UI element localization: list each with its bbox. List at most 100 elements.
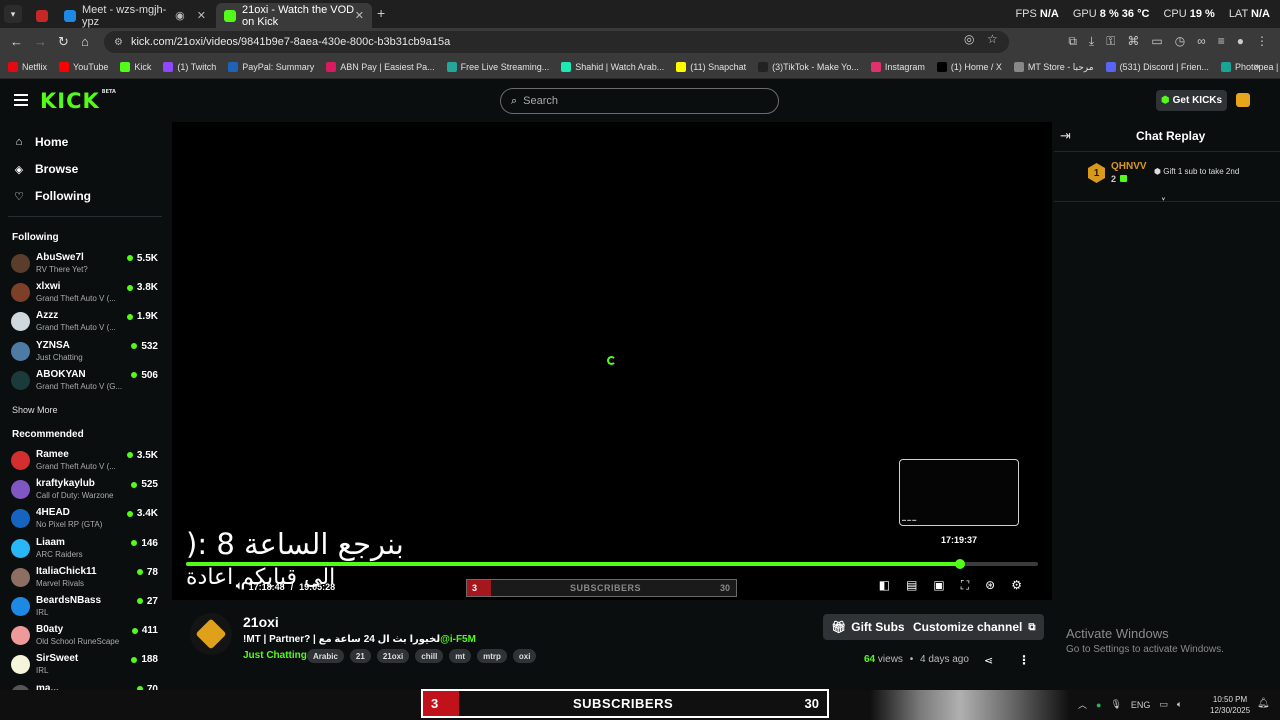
bookmark-item[interactable]: ABN Pay | Easiest Pa... [326, 62, 435, 72]
bookmark-item[interactable]: (1) Twitch [163, 62, 216, 72]
search-input[interactable]: ⌕ Search [500, 88, 779, 114]
sidebar-channel-xlxwi[interactable]: xlxwi Grand Theft Auto V (... 3.8K [11, 281, 161, 309]
sidebar-channel-b0aty[interactable]: B0aty Old School RuneScape 411 [11, 624, 161, 652]
site-info-icon[interactable]: ⚙ [114, 37, 123, 48]
bookmark-item[interactable]: MT Store - مرحبا [1013, 62, 1094, 73]
language-indicator[interactable]: ENG [1131, 700, 1151, 710]
mic-icon[interactable]: 🎙︎ [1110, 699, 1121, 710]
gift-subs-button[interactable]: 🎁︎ Gift Subs [823, 614, 913, 640]
volume-icon[interactable]: 🔈︎ [1177, 699, 1182, 710]
tab-kick[interactable]: 21oxi - Watch the VOD on Kick ✕ [216, 3, 372, 28]
sidebar-channel-yznsa[interactable]: YZNSA Just Chatting 532 [11, 340, 161, 368]
home-icon[interactable]: ⌂ [81, 34, 89, 49]
pip-icon[interactable]: ◧ [879, 578, 890, 593]
back-icon[interactable]: ← [10, 34, 23, 49]
bookmark-star-icon[interactable]: ☆ [987, 32, 998, 46]
kick-logo[interactable]: KICK BETA [40, 89, 116, 113]
channel-name[interactable]: 21oxi [243, 614, 279, 630]
customize-channel-button[interactable]: Customize channel ⧉ [905, 614, 1044, 640]
wallet-icon[interactable]: ▭ [1151, 34, 1162, 49]
bookmark-item[interactable]: (11) Snapchat [676, 62, 746, 72]
more-options-icon[interactable]: ⋮ [1018, 653, 1030, 667]
bookmark-item[interactable]: (1) Home / X [936, 62, 1002, 72]
collapse-chat-icon[interactable]: ⇥ [1060, 128, 1071, 144]
video-player[interactable]: ▬ ▬ ▬ 17:19:37 بنرجع الساعة 8 :( الى قبا… [172, 122, 1052, 600]
top-gifter-card[interactable]: 1 QHNVV 2 ⬢ Gift 1 sub to take 2nd [1088, 161, 1278, 187]
taskbar-clock[interactable]: 10:50 PM 12/30/2025 [1210, 694, 1250, 716]
menu-icon[interactable] [14, 94, 28, 106]
playback-speed-icon[interactable]: ⊛ [985, 578, 995, 593]
link-icon[interactable]: ∞ [1197, 34, 1206, 49]
close-tab-icon[interactable]: ✕ [355, 9, 364, 22]
bookmark-item[interactable]: (531) Discord | Frien... [1105, 62, 1209, 72]
forward-icon[interactable]: → [34, 34, 47, 49]
tag-chip[interactable]: chill [415, 649, 444, 663]
theater-mode-icon[interactable]: ▣ [933, 578, 944, 593]
fullscreen-icon[interactable]: ⛶ [961, 578, 969, 593]
share-icon[interactable]: ⋖ [984, 654, 993, 667]
cast-icon[interactable]: ≡ [1218, 34, 1225, 49]
profile-avatar-icon[interactable]: ● [1237, 34, 1244, 49]
sidebar-channel-abokyan[interactable]: ABOKYAN Grand Theft Auto V (G... 506 [11, 369, 161, 397]
bookmark-item[interactable]: Free Live Streaming... [446, 62, 549, 72]
bookmark-item[interactable]: YouTube [59, 62, 108, 72]
tag-chip[interactable]: oxi [512, 649, 537, 663]
tab-search-button[interactable]: ▾ [4, 5, 22, 23]
tag-chip[interactable]: mtrp [477, 649, 507, 663]
seek-handle[interactable] [954, 559, 965, 569]
close-tab-icon[interactable]: ✕ [197, 9, 206, 22]
bookmark-item[interactable]: PayPal: Summary [228, 62, 314, 72]
gift-cta[interactable]: ⬢ Gift 1 sub to take 2nd [1154, 167, 1239, 176]
tag-chip[interactable]: mt [449, 649, 472, 663]
bookmark-item[interactable]: Photopea | Online P... [1220, 62, 1280, 72]
history-icon[interactable]: ◷ [1175, 34, 1185, 49]
sidebar-channel-italiachick11[interactable]: ItaliaChick11 Marvel Rivals 78 [11, 566, 161, 594]
sidebar-channel-4head[interactable]: 4HEAD No Pixel RP (GTA) 3.4K [11, 507, 161, 535]
channel-avatar[interactable] [190, 613, 232, 655]
sidebar-item-home[interactable]: ⌂ Home [12, 135, 69, 149]
bookmark-item[interactable]: Shahid | Watch Arab... [561, 62, 664, 72]
sidebar-channel-kraftykaylub[interactable]: kraftykaylub Call of Duty: Warzone 525 [11, 478, 161, 506]
network-icon[interactable]: ▭ [1159, 699, 1168, 710]
bookmark-item[interactable]: Kick [120, 62, 151, 72]
bookmark-item[interactable]: Instagram [870, 62, 925, 72]
vpn-icon[interactable]: ⚿ [1106, 34, 1115, 49]
url-field[interactable]: ⚙ kick.com/21oxi/videos/9841b9e7-8aea-43… [104, 31, 1009, 53]
tab-pinned[interactable] [28, 3, 56, 28]
channel-category: RV There Yet? [36, 265, 88, 274]
volume-icon[interactable]: 🔈︎ [236, 580, 243, 593]
stream-title-mention[interactable]: @i-F5M [440, 634, 476, 645]
extensions-icon[interactable]: ⧉ [1068, 34, 1077, 49]
new-tab-button[interactable]: + [377, 5, 385, 21]
kebab-menu-icon[interactable]: ⋮ [1256, 34, 1268, 49]
sidebar-channel-sirsweet[interactable]: SirSweet IRL 188 [11, 653, 161, 681]
tag-chip[interactable]: Arabic [307, 649, 344, 663]
sidebar-channel-azzz[interactable]: Azzz Grand Theft Auto V (... 1.9K [11, 310, 161, 338]
user-avatar[interactable] [1236, 93, 1250, 107]
download-icon[interactable]: ⤓ [1089, 34, 1094, 49]
tag-chip[interactable]: 21oxi [376, 649, 410, 663]
bookmark-item[interactable]: (3)TikTok - Make Yo... [758, 62, 859, 72]
tab-meet[interactable]: Meet - wzs-mgjh-ypz ◉ ✕ [56, 3, 214, 28]
spotify-icon[interactable]: ● [1096, 700, 1101, 710]
bookmark-item[interactable]: Netflix [8, 62, 47, 72]
bookmarks-overflow-icon[interactable]: » [1254, 61, 1260, 73]
sidebar-channel-liaam[interactable]: Liaam ARC Raiders 146 [11, 537, 161, 565]
beta-badge: BETA [101, 89, 116, 95]
sidebar-channel-abuswe7l[interactable]: AbuSwe7l RV There Yet? 5.5K [11, 252, 161, 280]
get-kicks-button[interactable]: ⬢ Get KICKs [1156, 90, 1227, 111]
tag-chip[interactable]: 21 [349, 649, 371, 663]
clip-icon[interactable]: ▤ [906, 578, 917, 593]
sidebar-item-browse[interactable]: ◈ Browse [12, 162, 79, 176]
sidebar-channel-ramee[interactable]: Ramee Grand Theft Auto V (... 3.5K [11, 449, 161, 477]
show-more-link[interactable]: Show More [12, 405, 58, 415]
notification-bell-icon[interactable]: 🔔︎ [1257, 698, 1270, 709]
reload-icon[interactable]: ↻ [58, 34, 69, 50]
category-link[interactable]: Just Chatting [243, 650, 307, 661]
settings-gear-icon[interactable]: ⚙ [1011, 578, 1022, 593]
translate-icon[interactable]: ⌘ [1127, 34, 1139, 49]
tray-chevron-icon[interactable]: ︿ [1078, 698, 1087, 711]
sidebar-channel-beardsnbass[interactable]: BeardsNBass IRL 27 [11, 595, 161, 623]
eye-off-icon[interactable]: ◎ [964, 32, 974, 46]
sidebar-item-following[interactable]: ♡ Following [12, 189, 91, 203]
